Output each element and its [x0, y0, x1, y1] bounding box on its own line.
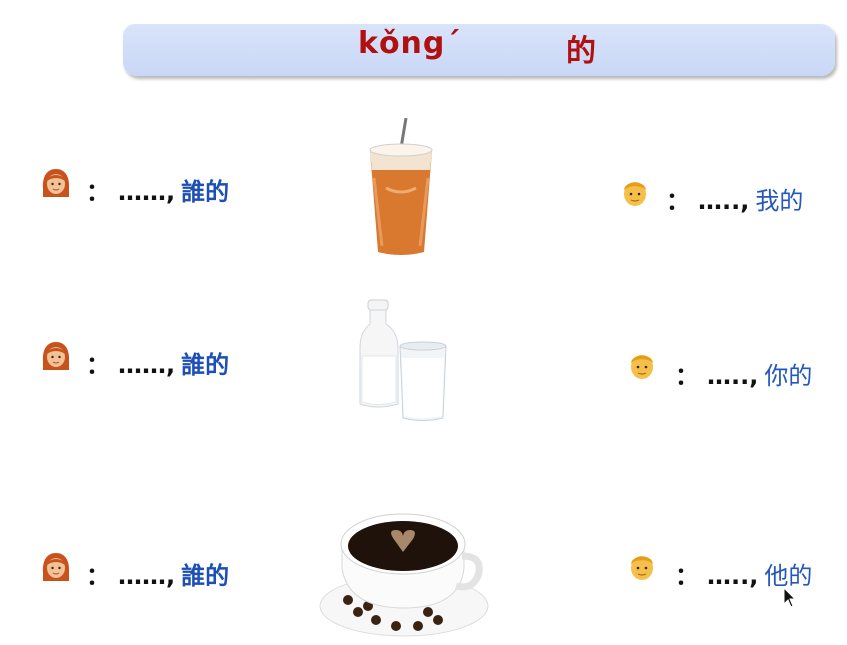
ellipsis: ……, — [118, 351, 176, 379]
question-line: ： ……, 誰的 — [86, 345, 229, 380]
ellipsis: ….., — [698, 187, 750, 215]
title-hanzi: 的 — [566, 34, 596, 69]
coffee-cup-image — [319, 513, 489, 637]
question-text: 誰的 — [181, 351, 230, 379]
answer-line: ： ….., 他的 — [675, 556, 812, 591]
question-line: ： ……, 誰的 — [86, 556, 229, 591]
question-line: ： ……, 誰的 — [86, 172, 229, 207]
title-bar — [123, 24, 835, 76]
mouse-cursor-icon — [783, 587, 797, 608]
colon: ： — [86, 178, 110, 206]
colon: ： — [675, 362, 699, 390]
title-pinyin: kǒng´ — [358, 26, 462, 61]
ellipsis: ….., — [707, 562, 759, 590]
woman-face-icon — [42, 169, 70, 197]
man-face-icon — [631, 556, 653, 580]
answer-text: 你的 — [764, 362, 813, 390]
colon: ： — [86, 351, 110, 379]
man-face-icon — [631, 355, 653, 379]
iced-milk-tea-image — [369, 118, 433, 255]
ellipsis: ….., — [707, 362, 759, 390]
answer-text: 我的 — [755, 187, 804, 215]
ellipsis: ……, — [118, 178, 176, 206]
question-text: 誰的 — [181, 178, 230, 206]
answer-text: 他的 — [764, 562, 813, 590]
answer-line: ： ….., 我的 — [666, 181, 803, 216]
ellipsis: ……, — [118, 562, 176, 590]
colon: ： — [86, 562, 110, 590]
colon: ： — [666, 187, 690, 215]
man-face-icon — [624, 182, 646, 206]
question-text: 誰的 — [181, 562, 230, 590]
answer-line: ： ….., 你的 — [675, 356, 812, 391]
woman-face-icon — [42, 553, 70, 581]
milk-bottle-and-glass-image — [359, 299, 447, 421]
woman-face-icon — [42, 342, 70, 370]
colon: ： — [675, 562, 699, 590]
